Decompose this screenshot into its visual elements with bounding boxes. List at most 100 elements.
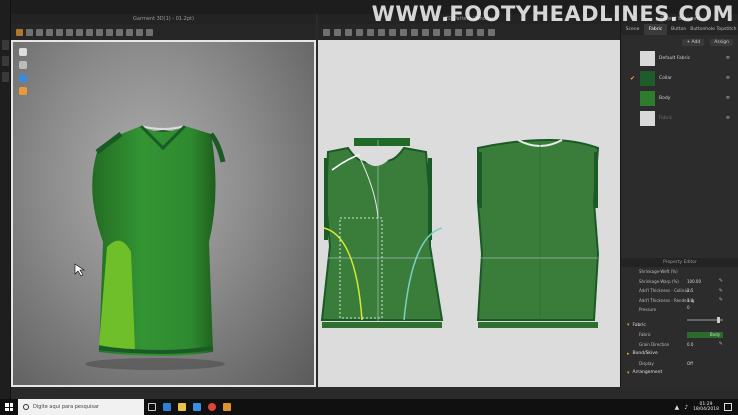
texture-icon[interactable] [96, 28, 103, 36]
rail-tab[interactable] [2, 56, 9, 66]
render-icon[interactable] [106, 28, 113, 36]
prop-value[interactable]: 2.5 [687, 288, 693, 293]
fabric-item-body[interactable]: Body ≡ [621, 91, 738, 108]
3d-viewport[interactable] [11, 40, 316, 387]
pressure-row: Pressure 0 [621, 305, 738, 315]
prop-value[interactable]: 100.00 [687, 279, 701, 284]
shirt-icon[interactable] [19, 48, 27, 56]
edit-pen-icon[interactable]: ✎ [719, 297, 723, 303]
property-editor: Shrinkage-Weft (%) Shrinkage-Warp (%) 10… [621, 267, 738, 378]
clo3d-taskbar-icon[interactable] [219, 399, 234, 415]
back-pattern-piece [476, 138, 600, 321]
edit-pen-icon[interactable]: ✎ [719, 341, 723, 347]
fabric-swatch [640, 71, 655, 86]
camera-icon[interactable] [116, 28, 123, 36]
view-icon[interactable] [126, 28, 133, 36]
chrome-icon[interactable] [204, 399, 219, 415]
fabric-item-collar[interactable]: ✔ Collar ≡ [621, 71, 738, 88]
notifications-icon[interactable] [724, 403, 732, 411]
volume-icon[interactable]: ♪ [684, 404, 688, 411]
dart-icon[interactable] [400, 28, 407, 36]
internal-line-icon[interactable] [389, 28, 396, 36]
fabric-item-default[interactable]: Default Fabric ≡ [621, 51, 738, 68]
rail-tab[interactable] [2, 72, 9, 82]
topstitch-icon[interactable] [466, 28, 473, 36]
jersey-3d-render [74, 124, 226, 370]
polygon-icon[interactable] [356, 28, 363, 36]
clock[interactable]: 01:29 18/04/2018 [693, 402, 719, 412]
fabric-menu-icon[interactable]: ≡ [726, 55, 730, 61]
texture-edit-icon[interactable] [444, 28, 451, 36]
checkmark-icon: ✔ [630, 75, 636, 82]
fold-tool-icon[interactable] [36, 28, 43, 36]
graphic-icon[interactable] [455, 28, 462, 36]
prop-value[interactable]: 0.0 [687, 342, 693, 347]
prop-value[interactable]: 1.0 [687, 298, 693, 303]
display-row: Display Off [621, 359, 738, 369]
taskbar-search[interactable]: Digite aqui para pesquisar [18, 399, 144, 415]
edge-icon[interactable] [159, 399, 174, 415]
avatar-tool-icon[interactable] [76, 28, 83, 36]
circle-icon[interactable] [378, 28, 385, 36]
edit-pen-icon[interactable]: ✎ [719, 278, 723, 284]
clock-date: 18/04/2018 [693, 407, 719, 412]
fabric-name: Collar [659, 76, 673, 81]
tack-tool-icon[interactable] [46, 28, 53, 36]
avatar-icon[interactable] [19, 61, 27, 69]
simulate-icon[interactable] [86, 28, 93, 36]
expand-triangle-icon: ▾ [627, 322, 630, 329]
fabric-dropdown[interactable]: Body [687, 332, 723, 338]
select-tool-icon[interactable] [16, 28, 23, 36]
pin-tool-icon[interactable] [56, 28, 63, 36]
fabric-name: Body [659, 96, 671, 101]
2d-pattern-viewport[interactable] [318, 40, 620, 387]
transform-pattern-icon[interactable] [323, 28, 330, 36]
right-panel: Object Browser Scene Fabric Button Butto… [620, 14, 738, 387]
file-explorer-icon[interactable] [174, 399, 189, 415]
task-view-icon[interactable] [144, 399, 159, 415]
prop-row: Add'l Thickness - Collision 2.5 ✎ [621, 286, 738, 296]
move-tool-icon[interactable] [26, 28, 33, 36]
fabric-item-fabric[interactable]: Fabric ≡ [621, 111, 738, 128]
pressure-slider-row [621, 315, 738, 323]
edit-sewing-icon[interactable] [433, 28, 440, 36]
search-placeholder: Digite aqui para pesquisar [33, 404, 100, 410]
edit-pen-icon[interactable]: ✎ [719, 288, 723, 294]
slider-handle[interactable] [717, 316, 720, 323]
person-icon[interactable] [19, 87, 27, 95]
free-sewing-icon[interactable] [422, 28, 429, 36]
button-icon[interactable] [477, 28, 484, 36]
settings-icon[interactable] [146, 28, 153, 36]
section-bond-skive[interactable]: ▸ Bond/Skive [621, 349, 738, 359]
rectangle-icon[interactable] [367, 28, 374, 36]
network-icon[interactable]: ▲ [675, 404, 680, 411]
prop-label: Add'l Thickness - Collision [639, 288, 691, 294]
segment-sewing-icon[interactable] [411, 28, 418, 36]
fabric-menu-icon[interactable]: ≡ [726, 95, 730, 101]
fabric-menu-icon[interactable]: ≡ [726, 115, 730, 121]
back-hem-band [478, 322, 598, 328]
edit-pattern-icon[interactable] [334, 28, 341, 36]
snapshot-icon[interactable] [136, 28, 143, 36]
store-icon[interactable] [189, 399, 204, 415]
prop-label: Grain Direction [639, 341, 670, 347]
section-arrangement[interactable]: ▾ Arrangement [621, 368, 738, 378]
prop-row: Shrinkage-Warp (%) 100.00 ✎ [621, 277, 738, 287]
fabric-menu-icon[interactable]: ≡ [726, 75, 730, 81]
fabric-icon[interactable] [19, 74, 27, 82]
zipper-icon[interactable] [488, 28, 495, 36]
pressure-slider[interactable] [687, 316, 723, 323]
assign-fabric-button[interactable]: Assign [710, 39, 733, 46]
measure-tool-icon[interactable] [66, 28, 73, 36]
rail-tab[interactable] [2, 40, 9, 50]
add-fabric-button[interactable]: + Add [682, 39, 705, 46]
left-tool-rail [0, 0, 11, 399]
section-fabric[interactable]: ▾ Fabric [621, 321, 738, 331]
toolbar-2d [318, 24, 620, 40]
add-point-icon[interactable] [345, 28, 352, 36]
prop-value[interactable]: 0 [687, 305, 690, 310]
start-button[interactable] [0, 399, 18, 415]
fabric-name: Fabric [659, 116, 673, 121]
clo3d-app: Garment 3D(1) - 01.2pt) 2D Pattern Windo… [0, 0, 738, 415]
prop-value[interactable]: Off [687, 361, 693, 366]
